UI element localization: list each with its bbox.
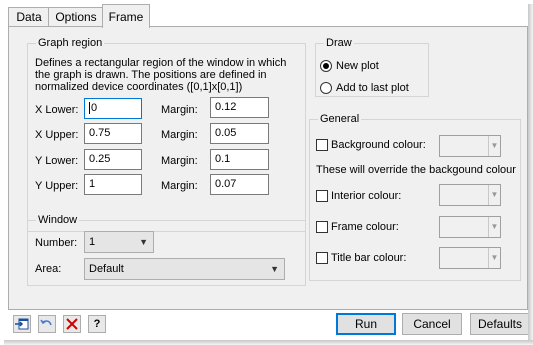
add-to-last-plot-radio[interactable] <box>320 82 332 94</box>
tab-data[interactable]: Data <box>8 7 50 27</box>
area-select[interactable]: Default ▼ <box>84 258 285 280</box>
y-upper-margin-input[interactable]: 0.07 <box>210 174 269 195</box>
title-bar-colour-label[interactable]: Title bar colour: <box>331 252 406 265</box>
x-lower-margin-input[interactable]: 0.12 <box>210 97 269 118</box>
cancel-button[interactable]: Cancel <box>402 313 462 335</box>
y-lower-margin-input[interactable]: 0.1 <box>210 149 269 170</box>
draw-group-title: Draw <box>324 36 354 50</box>
y-upper-label: Y Upper: <box>35 180 79 192</box>
text-caret <box>89 102 90 115</box>
window-shadow-right <box>528 4 533 342</box>
title-bar-colour-checkbox[interactable] <box>316 252 328 264</box>
x-lower-value: 0 <box>91 102 98 114</box>
clear-button[interactable] <box>63 315 81 333</box>
y-upper-margin-label: Margin: <box>161 180 198 192</box>
chevron-down-icon: ▼ <box>488 248 500 268</box>
tab-frame[interactable]: Frame <box>102 4 150 28</box>
tab-options[interactable]: Options <box>48 7 104 27</box>
general-group-title: General <box>318 112 362 126</box>
save-to-spreadsheet-button[interactable] <box>13 315 31 333</box>
y-lower-margin-label: Margin: <box>161 155 198 167</box>
chevron-down-icon: ▼ <box>488 185 500 205</box>
frame-colour-checkbox[interactable] <box>316 221 328 233</box>
interior-colour-checkbox[interactable] <box>316 190 328 202</box>
chevron-down-icon: ▼ <box>488 217 500 237</box>
x-upper-margin-input[interactable]: 0.05 <box>210 123 269 144</box>
help-icon: ? <box>93 318 101 330</box>
number-select-value: 1 <box>89 236 96 248</box>
new-plot-radio[interactable] <box>320 60 332 72</box>
defaults-button[interactable]: Defaults <box>470 313 530 335</box>
window-shadow-bottom <box>4 340 533 345</box>
close-icon <box>66 318 78 330</box>
undo-button[interactable] <box>38 315 56 333</box>
y-lower-label: Y Lower: <box>35 155 79 167</box>
x-lower-input[interactable]: 0 <box>84 98 142 119</box>
help-button[interactable]: ? <box>88 315 106 333</box>
x-lower-label: X Lower: <box>35 104 79 116</box>
window-arrow-icon <box>15 318 29 330</box>
background-colour-label[interactable]: Background colour: <box>331 139 426 152</box>
run-button[interactable]: Run <box>336 313 396 335</box>
frame-colour-label[interactable]: Frame colour: <box>331 221 399 234</box>
y-upper-input[interactable]: 1 <box>84 174 142 195</box>
x-upper-label: X Upper: <box>35 129 79 141</box>
y-lower-input[interactable]: 0.25 <box>84 149 142 170</box>
background-colour-checkbox[interactable] <box>316 139 328 151</box>
chevron-down-icon: ▼ <box>139 237 148 247</box>
x-lower-margin-label: Margin: <box>161 104 198 116</box>
x-upper-input[interactable]: 0.75 <box>84 123 142 144</box>
add-to-last-plot-label[interactable]: Add to last plot <box>336 82 409 95</box>
dialog: Data Options Frame Graph region Defines … <box>0 0 533 345</box>
number-label: Number: <box>35 237 78 249</box>
override-note: These will override the backgound colour <box>316 164 516 176</box>
number-select[interactable]: 1 ▼ <box>84 231 154 253</box>
frame-colour-picker[interactable]: ▼ <box>439 216 501 238</box>
x-upper-margin-label: Margin: <box>161 129 198 141</box>
area-label: Area: <box>35 263 62 275</box>
interior-colour-picker[interactable]: ▼ <box>439 184 501 206</box>
background-colour-picker[interactable]: ▼ <box>439 135 501 157</box>
graph-region-title: Graph region <box>36 36 105 50</box>
frame-tab-panel: Graph region Defines a rectangular regio… <box>8 26 528 310</box>
interior-colour-label[interactable]: Interior colour: <box>331 190 401 203</box>
new-plot-label[interactable]: New plot <box>336 60 379 73</box>
area-select-value: Default <box>89 263 124 275</box>
window-group-title: Window <box>36 213 80 227</box>
undo-icon <box>40 319 52 326</box>
chevron-down-icon: ▼ <box>270 264 279 274</box>
graph-region-desc-line-3: normalized device coordinates ([0,1]x[0,… <box>35 81 243 93</box>
title-bar-colour-picker[interactable]: ▼ <box>439 247 501 269</box>
chevron-down-icon: ▼ <box>488 136 500 156</box>
